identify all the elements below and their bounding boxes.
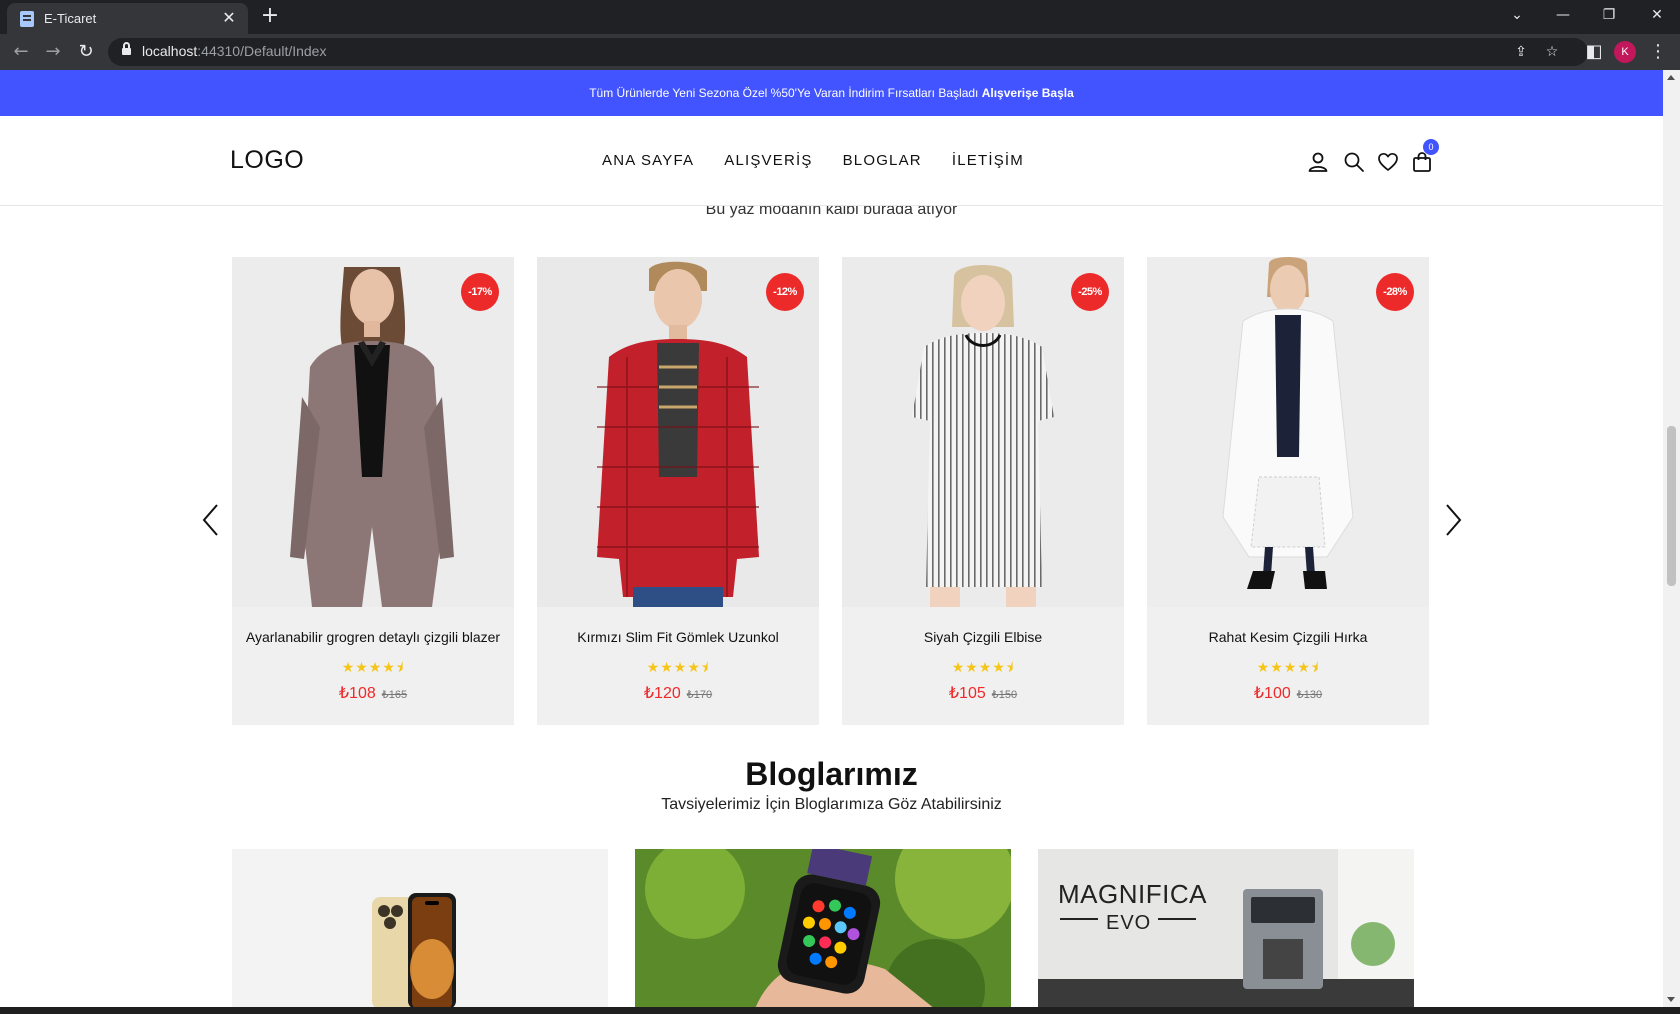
page-scrollbar[interactable] (1663, 70, 1680, 1007)
price-old: ₺170 (686, 689, 713, 701)
nav-item-shop[interactable]: ALIŞVERİŞ (724, 152, 812, 169)
browser-tab-strip: E-Ticaret ✕ + ⌄ — ❐ ✕ (0, 0, 1680, 34)
blog-card[interactable] (232, 849, 608, 1007)
window-close-button[interactable]: ✕ (1634, 0, 1680, 30)
magnifica-brand-text: MAGNIFICA EVO (1058, 879, 1207, 935)
close-icon[interactable]: ✕ (219, 8, 239, 28)
product-name[interactable]: Siyah Çizgili Elbise (842, 629, 1124, 645)
product-name[interactable]: Kırmızı Slim Fit Gömlek Uzunkol (537, 629, 819, 645)
restore-button[interactable]: ❐ (1586, 0, 1632, 30)
url-text: localhost:44310/Default/Index (142, 43, 327, 59)
page-viewport: Tüm Ürünlerde Yeni Sezona Özel %50'Ye Va… (0, 70, 1663, 1007)
tab-title: E-Ticaret (44, 11, 97, 26)
price-current: ₺105 (948, 685, 986, 702)
carousel-next-arrow-icon[interactable] (1441, 502, 1465, 538)
taskbar-edge (0, 1007, 1680, 1014)
forward-button[interactable]: → (41, 40, 65, 64)
wishlist-heart-icon[interactable] (1376, 150, 1400, 174)
bookmark-star-icon[interactable]: ☆ (1541, 41, 1563, 63)
scroll-up-arrow-icon[interactable] (1667, 75, 1675, 80)
product-card[interactable]: -28% Rahat Kesim Çizgili Hırka ★★★★⯨ ₺10… (1147, 257, 1429, 725)
discount-badge: -25% (1071, 273, 1109, 311)
blogs-heading: Bloglarımız (745, 756, 918, 792)
product-card[interactable]: -17% Ayarlanabilir grogren detaylı çizgi… (232, 257, 514, 725)
rating-stars-icon: ★★★★⯨ (951, 660, 1015, 676)
product-card[interactable]: -25% Siyah Çizgili Elbise ★★★★⯨ ₺105 ₺150 (842, 257, 1124, 725)
blog-card[interactable]: MAGNIFICA EVO (1038, 849, 1414, 1007)
product-name[interactable]: Rahat Kesim Çizgili Hırka (1147, 629, 1429, 645)
product-price: ₺105 ₺150 (842, 683, 1124, 703)
price-current: ₺100 (1253, 685, 1291, 702)
browser-tab[interactable]: E-Ticaret ✕ (7, 3, 248, 34)
new-tab-button[interactable]: + (258, 4, 282, 28)
browser-menu-icon[interactable]: ⋮ (1648, 40, 1668, 64)
product-price: ₺100 ₺130 (1147, 683, 1429, 703)
share-icon[interactable]: ⇪ (1510, 41, 1532, 63)
price-old: ₺165 (381, 689, 408, 701)
nav-item-contact[interactable]: İLETİŞİM (952, 152, 1024, 169)
product-price: ₺108 ₺165 (232, 683, 514, 703)
shop-now-link[interactable]: Alışverişe Başla (982, 86, 1074, 100)
announcement-bar: Tüm Ürünlerde Yeni Sezona Özel %50'Ye Va… (0, 70, 1663, 116)
brand-line-2: EVO (1106, 912, 1152, 934)
tab-search-icon[interactable]: ⌄ (1494, 0, 1540, 30)
rating-stars-icon: ★★★★⯨ (646, 660, 710, 676)
product-name[interactable]: Ayarlanabilir grogren detaylı çizgili bl… (232, 629, 514, 645)
page-icon (20, 11, 34, 27)
site-header: LOGO ANA SAYFA ALIŞVERİŞ BLOGLAR İLETİŞİ… (0, 116, 1663, 206)
carousel-prev-arrow-icon[interactable] (199, 502, 223, 538)
lock-icon[interactable] (122, 42, 131, 57)
minimize-button[interactable]: — (1540, 0, 1586, 30)
discount-badge: -28% (1376, 273, 1414, 311)
user-icon[interactable] (1306, 150, 1330, 174)
side-panel-icon[interactable]: ◧ (1582, 40, 1606, 64)
product-card[interactable]: -12% Kırmızı Slim Fit Gömlek Uzunkol ★★★… (537, 257, 819, 725)
price-old: ₺150 (991, 689, 1018, 701)
scroll-thumb[interactable] (1667, 426, 1676, 586)
browser-toolbar: ← → ↻ localhost:44310/Default/Index ⇪ ☆ … (0, 34, 1680, 70)
discount-badge: -12% (766, 273, 804, 311)
brand-line-1: MAGNIFICA (1058, 879, 1207, 909)
announcement-text: Tüm Ürünlerde Yeni Sezona Özel %50'Ye Va… (589, 86, 979, 100)
nav-item-blogs[interactable]: BLOGLAR (843, 152, 922, 169)
rating-stars-icon: ★★★★⯨ (341, 660, 405, 676)
address-bar[interactable]: localhost:44310/Default/Index ⇪ ☆ (108, 38, 1588, 66)
rating-stars-icon: ★★★★⯨ (1256, 660, 1320, 676)
nav-item-home[interactable]: ANA SAYFA (602, 152, 694, 169)
price-current: ₺108 (338, 685, 376, 702)
blog-image-smartwatch (635, 849, 1011, 1007)
price-old: ₺130 (1296, 689, 1323, 701)
price-current: ₺120 (643, 685, 681, 702)
blog-card[interactable] (635, 849, 1011, 1007)
scroll-down-arrow-icon[interactable] (1667, 997, 1675, 1002)
back-button[interactable]: ← (9, 40, 33, 64)
main-nav: ANA SAYFA ALIŞVERİŞ BLOGLAR İLETİŞİM (602, 152, 1024, 169)
cart-count-badge: 0 (1423, 139, 1439, 155)
profile-avatar[interactable]: K (1614, 41, 1636, 63)
discount-badge: -17% (461, 273, 499, 311)
blogs-subtitle: Tavsiyelerimiz İçin Bloglarımıza Göz Ata… (661, 796, 1002, 813)
reload-button[interactable]: ↻ (74, 40, 98, 64)
search-icon[interactable] (1342, 150, 1366, 174)
blog-image-phone (232, 849, 608, 1007)
product-price: ₺120 ₺170 (537, 683, 819, 703)
site-logo[interactable]: LOGO (230, 146, 304, 175)
